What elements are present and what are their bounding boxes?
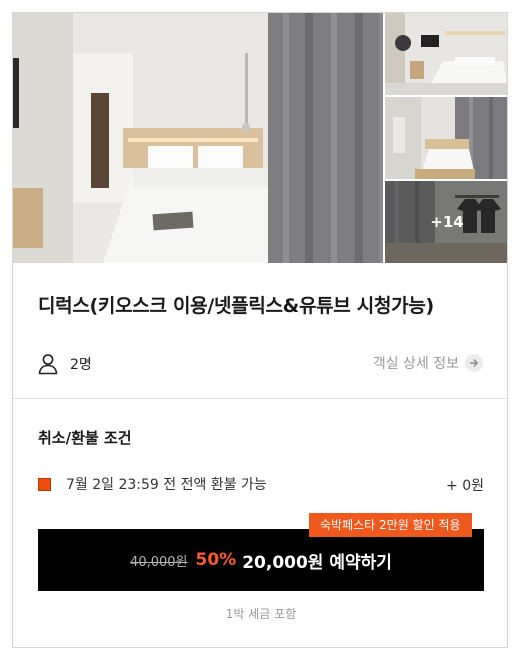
room-detail-link[interactable]: 객실 상세 정보 bbox=[373, 353, 483, 373]
room-thumb-3[interactable]: +14 bbox=[385, 181, 507, 263]
guest-info: 2명 bbox=[38, 352, 92, 376]
section-divider bbox=[13, 398, 507, 399]
refund-condition: 7월 2일 23:59 전 전액 환불 가능 bbox=[66, 477, 267, 493]
refund-indicator bbox=[38, 477, 51, 491]
main-room-photo-image bbox=[13, 13, 383, 263]
original-price: 40,000원 bbox=[130, 554, 188, 570]
room-detail-label: 객실 상세 정보 bbox=[372, 356, 459, 372]
more-photos-count[interactable]: +14 bbox=[385, 181, 507, 263]
discount-rate: 50% bbox=[195, 550, 237, 570]
arrow-right-icon bbox=[465, 354, 483, 372]
guest-count: 2명 bbox=[70, 357, 92, 373]
reserve-button[interactable]: 40,000원 50% 20,000원 예약하기 bbox=[38, 529, 484, 591]
tax-note: 1박 세금 포함 bbox=[225, 607, 297, 621]
promo-badge: 숙박페스타 2만원 할인 적용 bbox=[309, 513, 472, 537]
refund-section-title: 취소/환불 조건 bbox=[38, 429, 132, 447]
main-room-photo[interactable] bbox=[13, 13, 383, 263]
room-thumb-2[interactable] bbox=[385, 97, 507, 179]
refund-condition-row: 7월 2일 23:59 전 전액 환불 가능 + 0원 bbox=[38, 473, 484, 495]
reserve-button-label: 20,000원 예약하기 bbox=[242, 552, 392, 573]
refund-amount: + 0원 bbox=[446, 478, 484, 494]
person-icon bbox=[38, 354, 58, 375]
room-thumb-1-image bbox=[385, 13, 507, 95]
photo-gallery[interactable]: +14 bbox=[13, 13, 507, 263]
room-thumb-2-image bbox=[385, 97, 507, 179]
room-thumb-1[interactable] bbox=[385, 13, 507, 95]
room-title: 디럭스(키오스크 이용/넷플릭스&유튜브 시청가능) bbox=[38, 295, 434, 317]
room-card: +14 디럭스(키오스크 이용/넷플릭스&유튜브 시청가능) 2명 객실 상세 … bbox=[12, 12, 508, 648]
